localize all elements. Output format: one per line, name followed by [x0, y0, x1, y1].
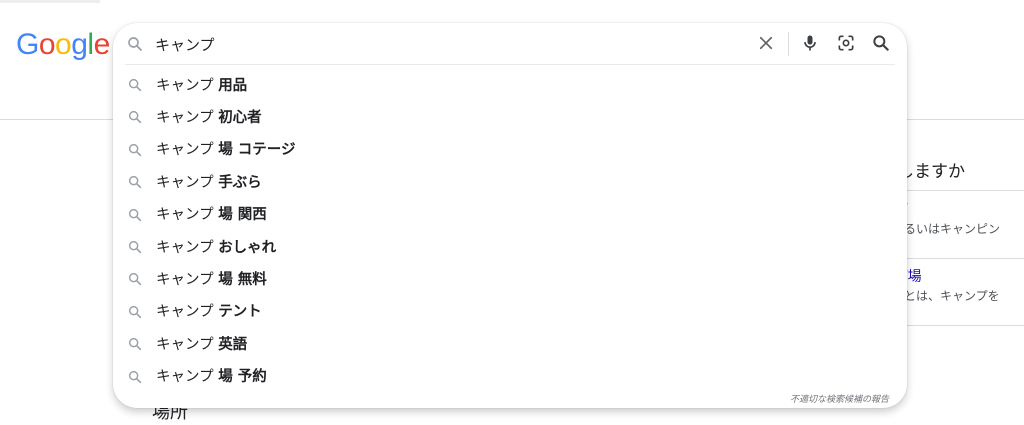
suggestion-text: キャンプ 英語	[156, 333, 247, 354]
search-icon	[127, 369, 143, 385]
suggestion-text: キャンプ 初心者	[156, 106, 262, 127]
suggestion-text: キャンプ 場 予約	[156, 365, 267, 386]
search-icon	[127, 174, 143, 190]
logo-letter: o	[38, 28, 56, 61]
suggestion-query: キャンプ	[156, 239, 214, 256]
suggestion-item[interactable]: キャンプ 初心者	[113, 100, 907, 132]
suggestion-completion: 場 予約	[218, 369, 267, 386]
search-icon	[127, 304, 143, 320]
suggestion-completion: テント	[218, 304, 262, 321]
search-icon	[127, 77, 143, 93]
suggestion-query: キャンプ	[156, 207, 214, 224]
suggestion-item[interactable]: キャンプ 場 関西	[113, 198, 907, 230]
google-logo[interactable]: Google	[16, 27, 110, 63]
logo-letter: e	[93, 28, 111, 61]
suggestion-item[interactable]: キャンプ 用品	[113, 68, 907, 100]
suggestion-list: キャンプ 用品 キャンプ 初心者 キャンプ 場 コテージ キャンプ 手ぶら キャ…	[113, 68, 907, 392]
suggestion-query: キャンプ	[156, 110, 214, 127]
search-icon	[127, 142, 143, 158]
suggestion-completion: おしゃれ	[218, 239, 277, 256]
clear-button[interactable]	[753, 32, 779, 58]
suggestion-completion: 場 関西	[218, 207, 267, 224]
suggestion-completion: 用品	[218, 77, 248, 94]
search-icon	[127, 336, 143, 352]
suggestion-completion: 場 無料	[218, 272, 267, 289]
search-icon	[127, 207, 143, 223]
suggestion-text: キャンプ 場 コテージ	[156, 138, 295, 159]
microphone-icon	[800, 33, 820, 57]
suggestion-query: キャンプ	[156, 304, 214, 321]
suggestion-completion: 場 コテージ	[218, 142, 296, 159]
suggestion-item[interactable]: キャンプ 場 無料	[113, 262, 907, 294]
suggestion-text: キャンプ おしゃれ	[156, 236, 276, 257]
search-icon	[127, 109, 143, 125]
toolbar-divider	[788, 32, 789, 56]
search-input[interactable]	[155, 31, 715, 57]
suggestion-item[interactable]: キャンプ 手ぶら	[113, 165, 907, 197]
search-icon	[127, 239, 143, 255]
search-icon	[871, 33, 891, 57]
suggestion-query: キャンプ	[156, 142, 214, 159]
suggestion-item[interactable]: キャンプ おしゃれ	[113, 230, 907, 262]
search-icon	[126, 35, 144, 53]
suggestion-query: キャンプ	[156, 174, 214, 191]
suggestion-text: キャンプ テント	[156, 300, 262, 321]
suggestion-query: キャンプ	[156, 272, 214, 289]
search-icon	[127, 271, 143, 287]
suggestion-completion: 英語	[218, 336, 248, 353]
top-bar-stub	[0, 0, 100, 3]
suggestion-query: キャンプ	[156, 336, 214, 353]
camera-lens-icon	[836, 33, 856, 57]
suggestion-item[interactable]: キャンプ 場 予約	[113, 360, 907, 392]
suggestion-item[interactable]: キャンプ 英語	[113, 327, 907, 359]
logo-letter: G	[16, 28, 39, 61]
logo-letter: g	[71, 28, 88, 61]
logo-letter: o	[55, 28, 72, 61]
suggestion-query: キャンプ	[156, 77, 214, 94]
voice-search-button[interactable]	[797, 32, 823, 58]
report-suggestions-link[interactable]: 不適切な検索候補の報告	[790, 392, 889, 405]
suggestion-completion: 手ぶら	[218, 174, 262, 191]
suggestion-item[interactable]: キャンプ 場 コテージ	[113, 133, 907, 165]
suggestion-text: キャンプ 場 無料	[156, 268, 267, 289]
suggestion-completion: 初心者	[218, 110, 262, 127]
close-icon	[757, 34, 775, 56]
search-box-dropdown: キャンプ 用品 キャンプ 初心者 キャンプ 場 コテージ キャンプ 手ぶら キャ…	[113, 23, 907, 408]
suggestion-text: キャンプ 場 関西	[156, 203, 267, 224]
search-bar	[113, 23, 907, 64]
suggestion-text: キャンプ 用品	[156, 74, 247, 95]
suggestion-text: キャンプ 手ぶら	[156, 171, 262, 192]
image-search-button[interactable]	[833, 32, 859, 58]
suggestion-query: キャンプ	[156, 369, 214, 386]
suggestion-item[interactable]: キャンプ テント	[113, 295, 907, 327]
search-dropdown-divider	[125, 64, 895, 65]
search-submit-button[interactable]	[868, 32, 894, 58]
